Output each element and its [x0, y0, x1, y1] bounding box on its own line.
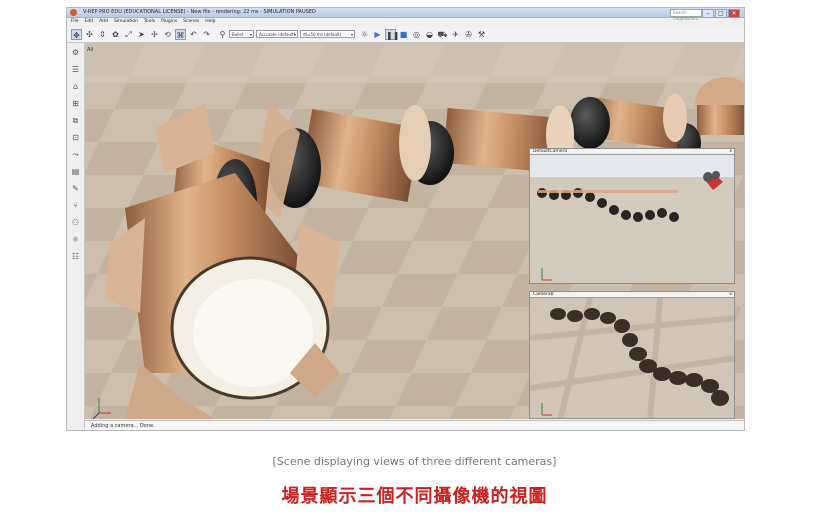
- visualize-icon[interactable]: ☼: [359, 29, 370, 40]
- menu-simulation[interactable]: Simulation: [114, 18, 138, 26]
- model-browser-icon[interactable]: ⌂: [70, 81, 81, 92]
- path-icon[interactable]: ⤳: [70, 149, 81, 160]
- menu-scenes[interactable]: Scenes: [183, 18, 199, 26]
- physics-engine-select[interactable]: Bullet ▾: [229, 30, 254, 38]
- camera0-render: [530, 298, 734, 418]
- calculation-icon[interactable]: ⊡: [70, 132, 81, 143]
- window-controls: – □ ✕: [702, 9, 740, 18]
- page-selector-icon[interactable]: ⚙: [70, 47, 81, 58]
- status-text: Adding a camera... Done.: [91, 423, 155, 429]
- layers-icon[interactable]: ⧉: [70, 115, 81, 126]
- wrench-icon[interactable]: ⚒: [476, 29, 487, 40]
- menu-plugins[interactable]: Plugins: [161, 18, 177, 26]
- shape-edit-icon[interactable]: ⚛: [70, 234, 81, 245]
- thread-icon[interactable]: ⚲: [217, 29, 228, 40]
- title-bar: V-REP PRO EDU (EDUCATIONAL LICENSE) - Ne…: [67, 8, 744, 21]
- stop-icon[interactable]: ■: [398, 29, 409, 40]
- faster-icon[interactable]: ⛟: [437, 29, 448, 40]
- menu-tools[interactable]: Tools: [144, 18, 155, 26]
- subview-default-camera[interactable]: DefaultCamera x: [529, 148, 735, 284]
- robot-segment: [570, 94, 687, 150]
- filter-icon[interactable]: ☷: [70, 251, 81, 262]
- main-3d-viewport[interactable]: All DefaultCamera x Camera0 x: [85, 43, 744, 419]
- realtime-icon[interactable]: ◎: [411, 29, 422, 40]
- play-icon[interactable]: ▶: [372, 29, 383, 40]
- camera-icon[interactable]: ✈: [450, 29, 461, 40]
- status-bar: Adding a camera... Done.: [85, 420, 744, 430]
- close-button[interactable]: ✕: [728, 9, 740, 18]
- menu-file[interactable]: File: [71, 18, 79, 26]
- minimize-button[interactable]: –: [702, 9, 714, 18]
- menu-bar: File Edit Add Simulation Tools Plugins S…: [67, 18, 744, 26]
- search-input[interactable]: Search CoppeliaSim: [670, 9, 702, 21]
- menu-help[interactable]: Help: [205, 18, 215, 26]
- camera-shift-icon[interactable]: ⇕: [97, 29, 108, 40]
- assembly-icon[interactable]: ⌘: [175, 29, 186, 40]
- caption-chinese: 場景顯示三個不同攝像機的視圖: [281, 486, 548, 507]
- window-title: V-REP PRO EDU (EDUCATIONAL LICENSE) - Ne…: [83, 9, 316, 15]
- script-icon[interactable]: ✎: [70, 183, 81, 194]
- settings-icon[interactable]: ✇: [463, 29, 474, 40]
- camera-angle-icon[interactable]: ✿: [110, 29, 121, 40]
- fit-view-icon[interactable]: ⤢: [123, 29, 134, 40]
- main-toolbar: ✥ ✣ ⇕ ✿ ⤢ ➤ ✢ ⟲ ⌘ ↶ ↷ ⚲ Bullet ▾ Accurate…: [67, 27, 744, 43]
- camera-pan-icon[interactable]: ✥: [71, 29, 82, 40]
- camera-rotate-icon[interactable]: ✣: [84, 29, 95, 40]
- scene-selector-icon[interactable]: ☰: [70, 64, 81, 75]
- click-select-icon[interactable]: ➤: [136, 29, 147, 40]
- slower-icon[interactable]: ◒: [424, 29, 435, 40]
- maximize-button[interactable]: □: [715, 9, 727, 18]
- accuracy-select[interactable]: Accurate (default) ▾: [256, 30, 298, 38]
- collection-icon[interactable]: ▤: [70, 166, 81, 177]
- user-settings-icon[interactable]: ⚇: [70, 217, 81, 228]
- tree-icon[interactable]: ⑂: [70, 200, 81, 211]
- menu-add[interactable]: Add: [99, 18, 108, 26]
- viewport-label: All: [87, 47, 93, 53]
- subview-camera0[interactable]: Camera0 x: [529, 291, 735, 419]
- redo-icon[interactable]: ↷: [201, 29, 212, 40]
- timestep-select[interactable]: dt=50 ms (default) ▾: [300, 30, 355, 38]
- object-shift-icon[interactable]: ✢: [149, 29, 160, 40]
- scene-hierarchy-icon[interactable]: ⊞: [70, 98, 81, 109]
- app-logo-icon: [70, 9, 77, 16]
- default-camera-render: [530, 155, 734, 283]
- menu-edit[interactable]: Edit: [85, 18, 94, 26]
- object-rotate-icon[interactable]: ⟲: [162, 29, 173, 40]
- caption-english: [Scene displaying views of three differe…: [272, 455, 557, 468]
- left-toolbar: ⚙ ☰ ⌂ ⊞ ⧉ ⊡ ⤳ ▤ ✎ ⑂ ⚇ ⚛ ☷: [67, 43, 85, 429]
- undo-icon[interactable]: ↶: [188, 29, 199, 40]
- app-window: V-REP PRO EDU (EDUCATIONAL LICENSE) - Ne…: [66, 7, 745, 431]
- pause-icon[interactable]: ❚❚: [385, 29, 399, 40]
